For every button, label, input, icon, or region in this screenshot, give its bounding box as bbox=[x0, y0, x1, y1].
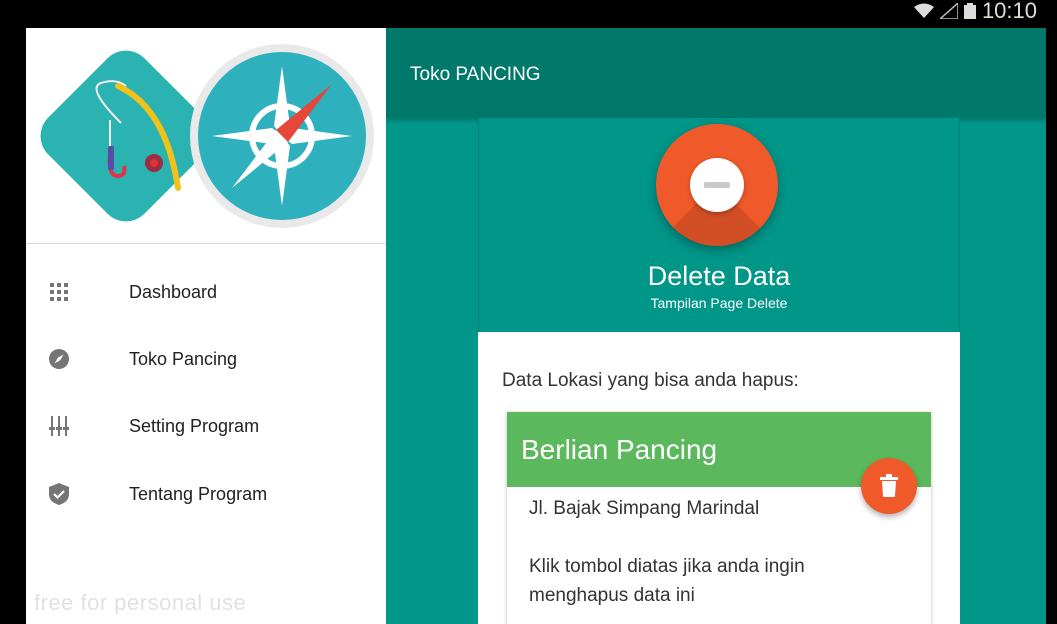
location-address: Jl. Bajak Simpang Marindal bbox=[529, 498, 760, 519]
sidebar-item-setting-program[interactable]: Setting Program bbox=[26, 396, 386, 456]
wifi-icon bbox=[913, 3, 934, 19]
navigation-drawer: Dashboard Toko Pancing Setting Program T… bbox=[26, 28, 386, 624]
page-subtitle: Tampilan Page Delete bbox=[650, 295, 788, 311]
compass-icon bbox=[48, 348, 70, 370]
location-name: Berlian Pancing bbox=[521, 434, 718, 465]
watermark: free for personal use bbox=[34, 590, 247, 615]
status-icons: 10:10 bbox=[913, 0, 1037, 23]
toolbar-title: Toko PANCING bbox=[410, 64, 541, 85]
sidebar-item-label: Tentang Program bbox=[129, 483, 268, 504]
grid-icon bbox=[48, 281, 70, 303]
sidebar-item-label: Setting Program bbox=[129, 415, 260, 436]
toolbar: Toko PANCING bbox=[386, 28, 1046, 118]
page-title: Delete Data bbox=[647, 261, 791, 291]
sidebar-item-toko-pancing[interactable]: Toko Pancing bbox=[26, 329, 386, 389]
location-note: Klik tombol diatas jika anda ingin mengh… bbox=[529, 556, 805, 606]
app-screen: Toko PANCING Delete Data Tampilan Page D… bbox=[386, 28, 1046, 624]
status-bar: 10:10 bbox=[0, 0, 1057, 28]
minus-icon bbox=[690, 158, 744, 212]
status-time: 10:10 bbox=[981, 0, 1037, 23]
signal-icon bbox=[939, 3, 958, 19]
battery-icon bbox=[963, 3, 976, 19]
sidebar-item-label: Toko Pancing bbox=[129, 348, 238, 369]
sidebar-item-dashboard[interactable]: Dashboard bbox=[26, 262, 386, 322]
card-prompt: Data Lokasi yang bisa anda hapus: bbox=[502, 370, 799, 391]
drawer-header bbox=[26, 28, 386, 244]
shield-check-icon bbox=[48, 483, 70, 505]
trash-icon bbox=[880, 474, 898, 497]
fishing-compass-logo bbox=[40, 44, 374, 228]
equalizer-icon bbox=[48, 415, 70, 437]
sidebar-item-label: Dashboard bbox=[129, 281, 218, 302]
delete-data-icon bbox=[656, 124, 778, 246]
delete-button[interactable] bbox=[861, 458, 917, 514]
sidebar-item-tentang-program[interactable]: Tentang Program bbox=[26, 464, 386, 524]
location-card: Berlian Pancing Jl. Bajak Simpang Marind… bbox=[507, 412, 931, 624]
